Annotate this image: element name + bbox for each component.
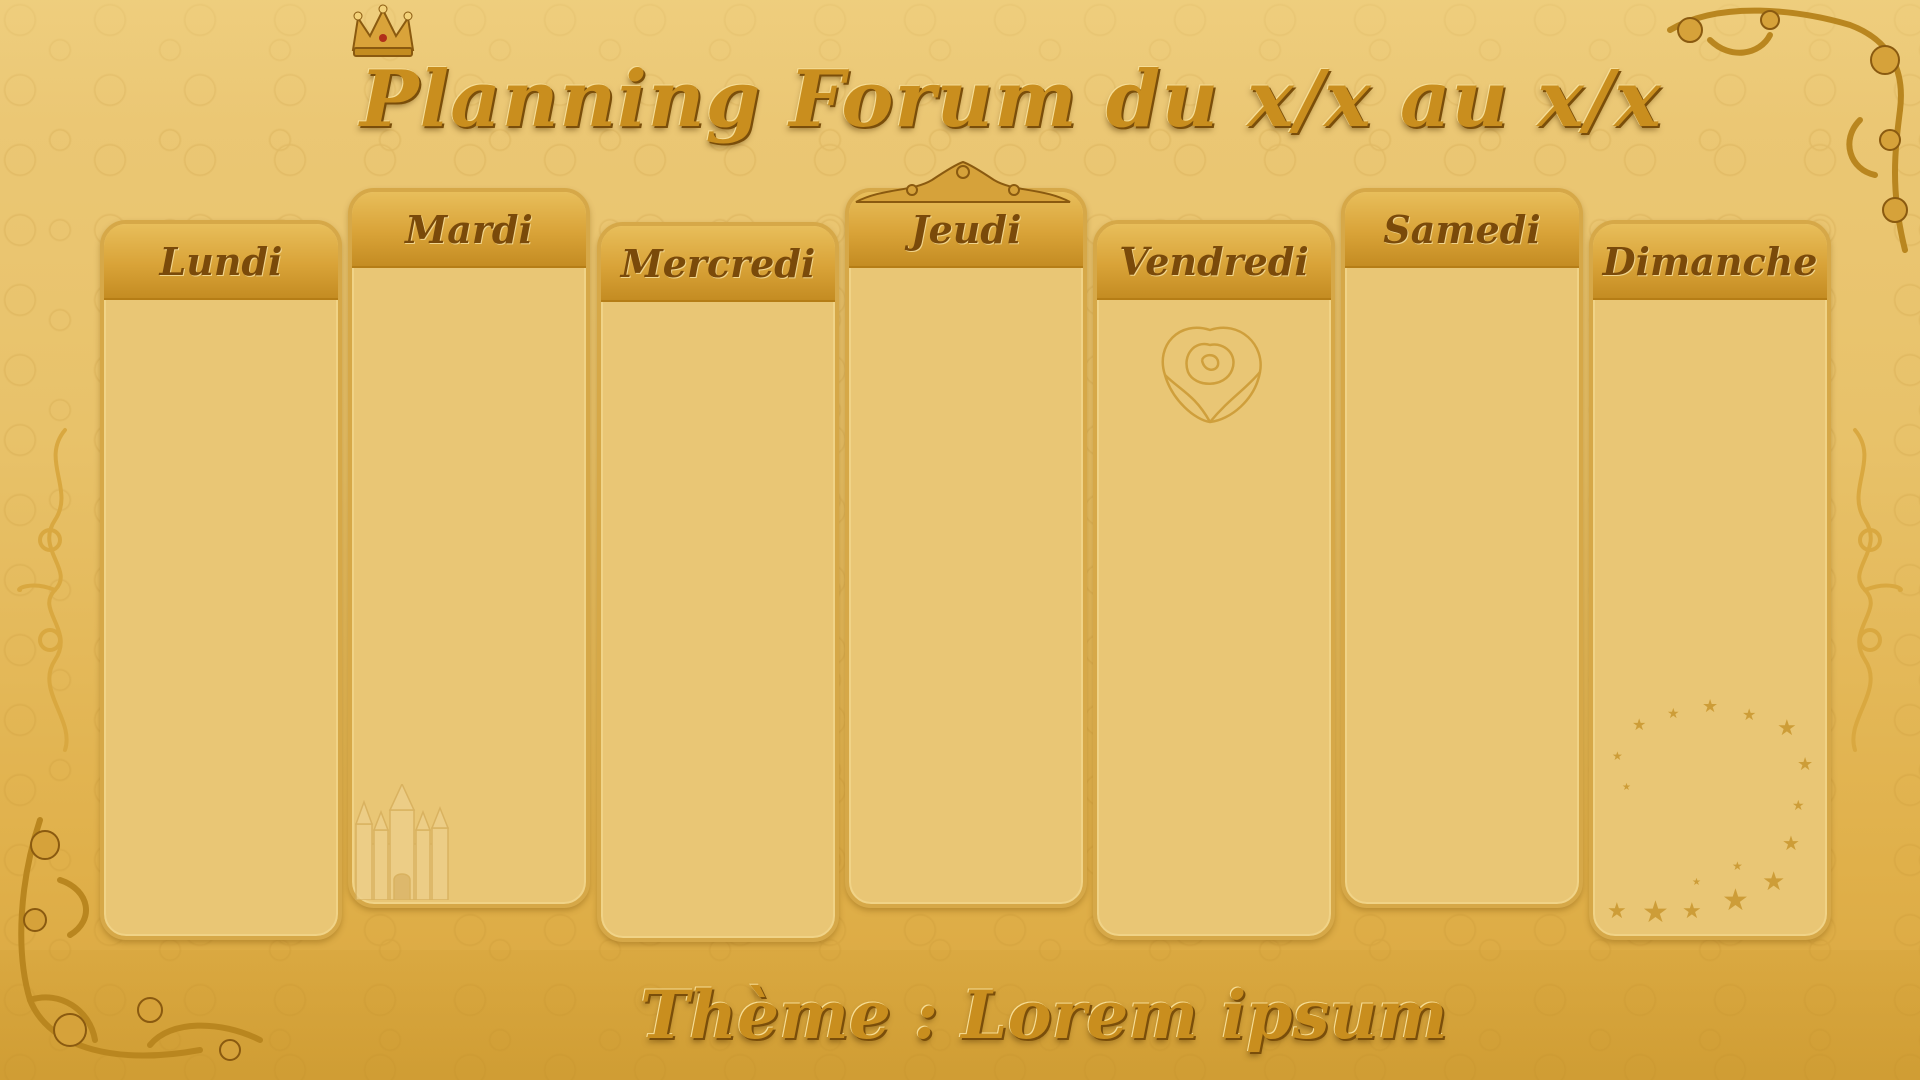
day-label: Mercredi <box>620 241 816 286</box>
svg-text:★: ★ <box>1777 716 1797 741</box>
svg-text:★: ★ <box>1632 715 1646 734</box>
rose-icon <box>1161 326 1262 424</box>
svg-text:★: ★ <box>1797 754 1813 775</box>
svg-text:★: ★ <box>1622 782 1631 793</box>
svg-text:★: ★ <box>1742 705 1756 724</box>
day-header: Mardi <box>352 192 586 268</box>
day-column-mercredi[interactable]: Mercredi <box>597 222 839 942</box>
svg-text:★: ★ <box>1792 798 1805 814</box>
stars-swirl-icon: ★ ★ ★ ★ ★ ★ ★ ★ ★ ★ ★ ★ ★ ★ ★ ★ ★ <box>1607 696 1813 930</box>
svg-text:★: ★ <box>1722 883 1749 918</box>
svg-text:★: ★ <box>1692 877 1701 888</box>
day-label: Lundi <box>159 239 283 284</box>
castle-icon <box>354 784 450 900</box>
svg-text:★: ★ <box>1702 696 1718 717</box>
page-title: Planning Forum du x/x au x/x <box>360 54 1662 145</box>
crown-ornament-icon <box>855 160 1071 203</box>
theme-title: Thème : Lorem ipsum <box>640 976 1448 1054</box>
svg-text:★: ★ <box>1762 867 1785 897</box>
side-scroll-ornament-icon <box>17 428 69 752</box>
svg-text:★: ★ <box>1642 895 1669 930</box>
day-header: Samedi <box>1345 192 1579 268</box>
day-column-lundi[interactable]: Lundi <box>100 220 342 940</box>
day-header: Mercredi <box>601 226 835 302</box>
svg-text:★: ★ <box>1732 859 1743 873</box>
day-label: Jeudi <box>910 207 1022 252</box>
day-label: Dimanche <box>1602 239 1818 284</box>
day-header: Dimanche <box>1593 224 1827 300</box>
svg-text:★: ★ <box>1682 899 1702 924</box>
day-column-jeudi[interactable]: Jeudi <box>845 188 1087 908</box>
svg-text:★: ★ <box>1607 899 1627 924</box>
day-column-samedi[interactable]: Samedi <box>1341 188 1583 908</box>
svg-text:★: ★ <box>1782 831 1800 855</box>
side-scroll-ornament-icon <box>1851 428 1903 752</box>
day-label: Mardi <box>405 207 533 252</box>
day-label: Vendredi <box>1119 239 1309 284</box>
svg-text:★: ★ <box>1612 749 1623 763</box>
day-header: Lundi <box>104 224 338 300</box>
svg-text:★: ★ <box>1667 706 1680 722</box>
day-label: Samedi <box>1383 207 1541 252</box>
day-header: Vendredi <box>1097 224 1331 300</box>
